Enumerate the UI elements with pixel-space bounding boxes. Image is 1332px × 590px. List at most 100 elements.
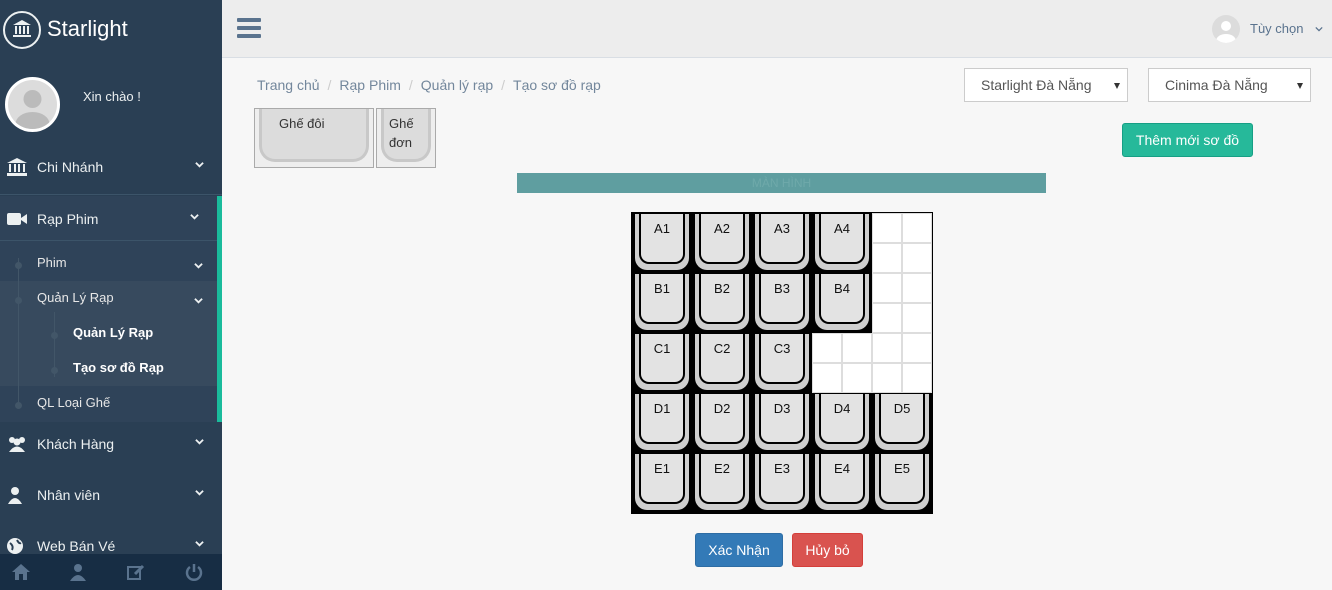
empty-grid-cell[interactable] [902, 243, 932, 273]
empty-grid-cell[interactable] [902, 273, 932, 303]
breadcrumb-item[interactable]: Quản lý rạp [421, 77, 493, 93]
seat[interactable]: C1 [632, 333, 692, 393]
seat[interactable]: E2 [692, 453, 752, 513]
confirm-button[interactable]: Xác Nhận [695, 533, 783, 567]
empty-grid-cell[interactable] [902, 303, 932, 333]
seat-label: E5 [894, 461, 910, 476]
chevron-down-icon [190, 214, 199, 220]
seat[interactable]: D1 [632, 393, 692, 453]
chevron-down-icon [195, 541, 204, 547]
seat-label: D2 [713, 401, 731, 416]
profile: Xin chào ! [0, 70, 222, 140]
palette-double-seat[interactable]: Ghế đôi [254, 108, 374, 168]
seat[interactable]: D4 [812, 393, 872, 453]
bullet-dot [15, 297, 22, 304]
seat[interactable]: E4 [812, 453, 872, 513]
seat-label: E3 [774, 461, 790, 476]
breadcrumb-item[interactable]: Trang chủ [257, 77, 320, 93]
seat[interactable]: C2 [692, 333, 752, 393]
sidebar-subitem-phim[interactable]: Phim [37, 255, 217, 277]
branch-select[interactable]: Starlight Đà Nẵng [964, 68, 1128, 102]
user-icon[interactable] [68, 563, 88, 581]
sidebar-item-rap-phim[interactable]: Rạp Phim [0, 196, 222, 242]
power-icon[interactable] [184, 563, 204, 581]
bank-icon [3, 11, 41, 49]
seat-label: C1 [653, 341, 671, 356]
seat-label: D4 [833, 401, 851, 416]
sidebar-item-chi-nhanh[interactable]: Chi Nhánh [0, 144, 222, 190]
bank-icon [7, 158, 27, 176]
seat-label: C2 [713, 341, 731, 356]
empty-grid-cell[interactable] [872, 213, 902, 243]
empty-grid-cell[interactable] [902, 333, 932, 363]
divider [0, 194, 222, 195]
submenu-line [18, 258, 19, 408]
seat-label: B2 [714, 281, 730, 296]
empty-grid-cell[interactable] [872, 303, 902, 333]
sidebar-item-label: Web Bán Vé [37, 538, 116, 554]
user-menu[interactable]: Tùy chọn [1212, 14, 1332, 44]
bullet-dot [15, 262, 22, 269]
empty-grid-cell[interactable] [872, 273, 902, 303]
sidebar-subitem-quan-ly-rap[interactable]: Quản Lý Rạp [37, 290, 217, 312]
empty-grid-cell[interactable] [812, 333, 842, 363]
sidebar-subitem-tao-so-do-rap[interactable]: Tạo sơ đồ Rạp [73, 360, 164, 375]
seat-label: A1 [654, 221, 670, 236]
user-icon [8, 487, 22, 504]
seat[interactable]: A4 [812, 213, 872, 273]
branch-select-value: Starlight Đà Nẵng [981, 77, 1092, 93]
seat[interactable]: A2 [692, 213, 752, 273]
seat[interactable]: A1 [632, 213, 692, 273]
sidebar-item-label: Chi Nhánh [37, 159, 104, 175]
empty-grid-cell[interactable] [872, 333, 902, 363]
sidebar-item-nhan-vien[interactable]: Nhân viên [0, 472, 222, 518]
greeting-text: Xin chào ! [83, 89, 141, 104]
seat-map-grid[interactable]: A1 A2 A3 A4 B1 B2 B3 B4 C1 C2 C3 D1 D2 D3 D4 D5 E1 E2 E3 E4… [631, 212, 933, 514]
seat[interactable]: C3 [752, 333, 812, 393]
seat-label: B1 [654, 281, 670, 296]
empty-grid-cell[interactable] [902, 363, 932, 393]
seat[interactable]: B4 [812, 273, 872, 333]
cinema-select[interactable]: Cinima Đà Nẵng [1148, 68, 1311, 102]
video-camera-icon [7, 213, 27, 225]
seat-label: B4 [834, 281, 850, 296]
empty-grid-cell[interactable] [842, 363, 872, 393]
chevron-down-icon [194, 298, 203, 304]
sidebar-subitem-label: Quản Lý Rạp [37, 290, 114, 305]
sidebar-subitem-quan-ly-rap-child[interactable]: Quản Lý Rạp [73, 325, 153, 340]
palette-label: Ghế đôi [279, 116, 325, 131]
seat[interactable]: D5 [872, 393, 932, 453]
seat[interactable]: E1 [632, 453, 692, 513]
menu-toggle-icon[interactable] [237, 18, 261, 38]
sidebar-subitem-ql-loai-ghe[interactable]: QL Loại Ghế [37, 395, 110, 410]
edit-icon[interactable] [126, 563, 146, 581]
seat[interactable]: E5 [872, 453, 932, 513]
chevron-down-icon [195, 162, 204, 168]
seat[interactable]: B3 [752, 273, 812, 333]
seat-label: D1 [653, 401, 671, 416]
empty-grid-cell[interactable] [902, 213, 932, 243]
seat[interactable]: E3 [752, 453, 812, 513]
caret-down-icon [1114, 83, 1120, 89]
breadcrumb-item[interactable]: Rạp Phim [339, 77, 400, 93]
home-icon[interactable] [11, 563, 31, 581]
palette-single-seat[interactable]: Ghế đơn [376, 108, 436, 168]
seat[interactable]: B2 [692, 273, 752, 333]
empty-grid-cell[interactable] [812, 363, 842, 393]
sidebar-item-khach-hang[interactable]: Khách Hàng [0, 421, 222, 467]
seat-label: E1 [654, 461, 670, 476]
seat[interactable]: A3 [752, 213, 812, 273]
empty-grid-cell[interactable] [872, 243, 902, 273]
add-new-layout-button[interactable]: Thêm mới sơ đồ [1122, 123, 1253, 157]
seat[interactable]: D2 [692, 393, 752, 453]
breadcrumb: Trang chủ / Rạp Phim / Quản lý rạp / Tạo sơ đồ… [257, 77, 601, 93]
empty-grid-cell[interactable] [842, 333, 872, 363]
seat[interactable]: B1 [632, 273, 692, 333]
cancel-button[interactable]: Hủy bỏ [792, 533, 863, 567]
brand[interactable]: Starlight [0, 0, 222, 58]
seat-label: C3 [773, 341, 791, 356]
palette-label: Ghế [389, 116, 414, 131]
empty-grid-cell[interactable] [872, 363, 902, 393]
seat-label: D3 [773, 401, 791, 416]
seat[interactable]: D3 [752, 393, 812, 453]
